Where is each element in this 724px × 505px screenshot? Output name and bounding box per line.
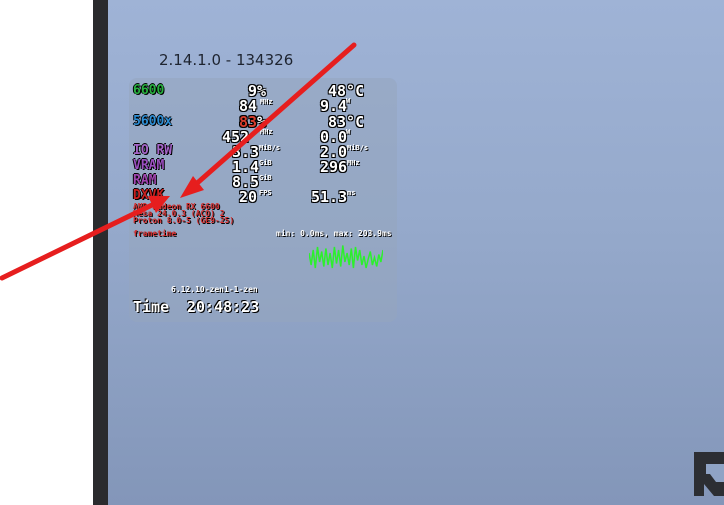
gpu-power-unit: W <box>346 97 351 105</box>
frametime-range: min: 0.0ms, max: 203.9ms <box>276 229 392 238</box>
dxvk-frametime-unit: ms <box>347 189 356 197</box>
dxvk-fps: 20 <box>239 188 258 206</box>
io-label: IO RW <box>133 143 173 158</box>
time-label: Time <box>133 298 170 316</box>
kernel-version: 6.12.10-zen1-1-zen <box>171 285 258 294</box>
app-corner-icon[interactable] <box>688 446 724 502</box>
cpu-label: 5600x <box>133 114 173 129</box>
cpu-power-unit: W <box>346 128 351 136</box>
vram-clock: 296 <box>320 158 348 176</box>
vram-clock-unit: MHz <box>347 159 360 167</box>
frametime-label: frametime <box>133 229 177 238</box>
overlay-version: 2.14.1.0 - 134326 <box>159 51 294 69</box>
cpu-clock-unit: MHz <box>260 128 273 136</box>
ram-used-unit: GiB <box>259 174 272 182</box>
io-read-unit: MiB/s <box>259 144 281 152</box>
dxvk-fps-unit: FPS <box>259 189 272 197</box>
gpu-label: 6600 <box>133 83 165 98</box>
frametime-graph <box>309 245 383 269</box>
gpu-clock-unit: MHz <box>260 98 273 106</box>
frametime-line <box>309 245 383 269</box>
page-margin <box>0 0 93 505</box>
window-border <box>93 0 108 505</box>
proton-version: Proton 8.0-5 (GE9-25) <box>133 216 235 225</box>
vram-label: VRAM <box>133 158 165 173</box>
dxvk-frametime: 51.3 <box>311 188 348 206</box>
time-value: 20:48:23 <box>187 298 260 316</box>
io-write-unit: MiB/s <box>347 144 369 152</box>
dxvk-label: DXVK <box>133 188 165 203</box>
ram-label: RAM <box>133 173 157 188</box>
vram-used-unit: GiB <box>259 159 272 167</box>
